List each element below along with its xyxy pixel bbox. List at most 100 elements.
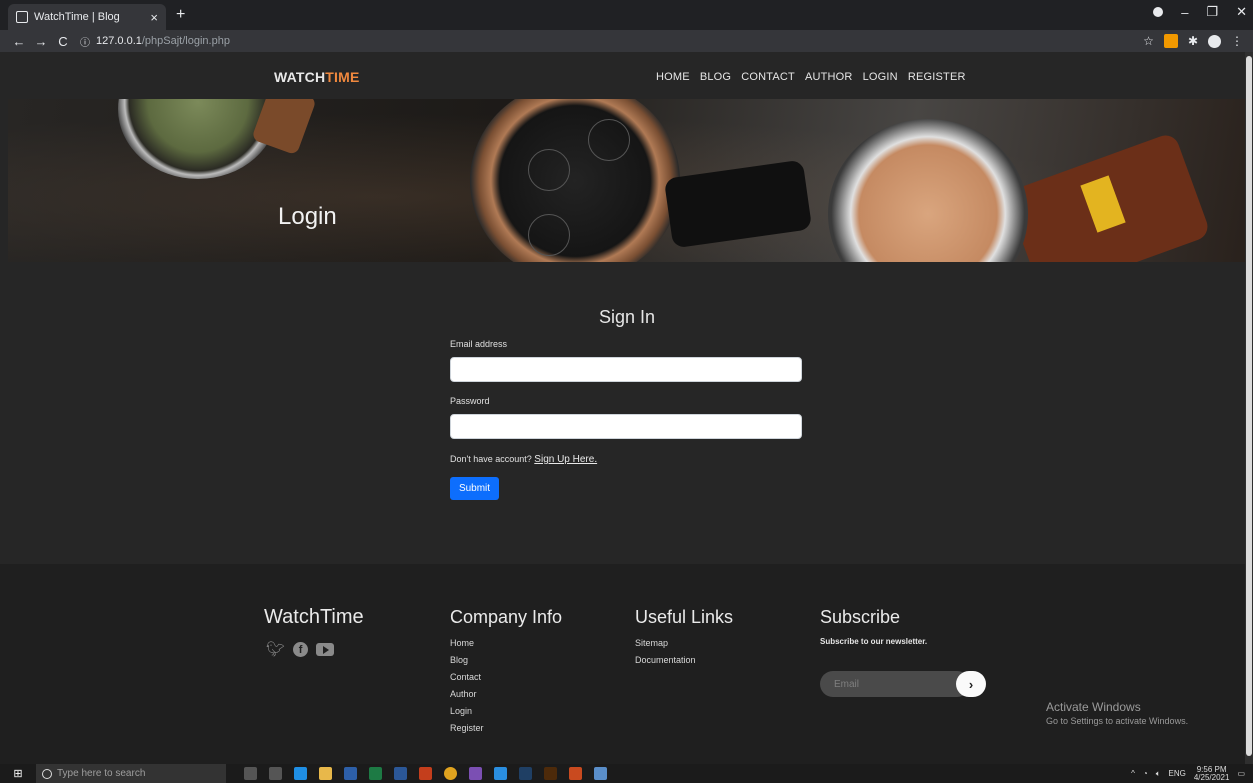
taskbar-search[interactable]: Type here to search [36, 764, 226, 783]
favicon-icon [16, 11, 28, 23]
forward-icon[interactable]: → [32, 34, 50, 49]
extensions: ☆ ✱ ⋮ [1143, 34, 1243, 48]
notification-icon[interactable]: ▭ [1237, 769, 1245, 778]
nav-register[interactable]: REGISTER [908, 71, 966, 83]
logo-accent: TIME [325, 69, 360, 85]
bookmark-star-icon[interactable]: ☆ [1143, 34, 1154, 48]
watch-subdial [588, 119, 630, 161]
subscribe-title: Subscribe [820, 607, 901, 627]
subscribe-button[interactable]: › [956, 671, 986, 697]
nav-author[interactable]: AUTHOR [805, 71, 853, 83]
footer-link-register[interactable]: Register [450, 723, 484, 734]
minimize-icon[interactable]: – [1181, 5, 1188, 20]
footer-link-home[interactable]: Home [450, 638, 484, 649]
site-info-icon[interactable]: ⓘ [80, 34, 90, 49]
footer-link-author[interactable]: Author [450, 689, 484, 700]
account-prompt: Don't have account? Sign Up Here. [450, 454, 597, 465]
browser-tab-bar: WatchTime | Blog × + – ❐ ✕ [0, 0, 1253, 30]
microphone-icon[interactable] [244, 767, 257, 780]
watermark-line-2: Go to Settings to activate Windows. [1046, 716, 1189, 726]
password-field[interactable] [450, 414, 802, 439]
footer-link-sitemap[interactable]: Sitemap [635, 638, 696, 649]
puzzle-extension-icon[interactable]: ✱ [1188, 34, 1198, 48]
email-label: Email address [450, 339, 508, 349]
windows-taskbar: ⊞ Type here to search ^ ◔ 🔈︎ ENG 9:56 PM… [0, 764, 1253, 783]
signup-link[interactable]: Sign Up Here. [534, 454, 597, 465]
password-label: Password [450, 396, 490, 406]
company-links: Home Blog Contact Author Login Register [450, 638, 484, 734]
windows-start-icon[interactable]: ⊞ [0, 767, 36, 780]
save-app-icon[interactable] [344, 767, 357, 780]
scrollbar-thumb[interactable] [1246, 56, 1252, 756]
photoshop-icon[interactable] [519, 767, 532, 780]
tray-chevron-icon[interactable]: ^ [1131, 769, 1135, 778]
main-menu: HOME BLOG CONTACT AUTHOR LOGIN REGISTER [656, 71, 966, 83]
file-explorer-icon[interactable] [319, 767, 332, 780]
restore-icon[interactable]: ❐ [1206, 4, 1218, 20]
signin-section: Sign In Email address Password Don't hav… [0, 262, 1245, 564]
vscode-icon[interactable] [494, 767, 507, 780]
logo-main: WATCH [274, 69, 326, 85]
tab-close-icon[interactable]: × [150, 10, 158, 25]
browser-nav: ← → C [10, 34, 72, 49]
site-logo[interactable]: WATCHTIME [274, 69, 360, 85]
page-scrollbar[interactable] [1245, 52, 1253, 764]
visual-studio-icon[interactable] [469, 767, 482, 780]
hero-banner: Login [8, 99, 1245, 262]
reload-icon[interactable]: C [54, 34, 72, 49]
company-info-title: Company Info [450, 607, 563, 627]
close-window-icon[interactable]: ✕ [1236, 4, 1247, 20]
facebook-icon[interactable]: f [293, 641, 309, 657]
footer-link-login[interactable]: Login [450, 706, 484, 717]
submit-button[interactable]: Submit [450, 477, 499, 500]
rss-extension-icon[interactable] [1163, 34, 1178, 48]
language-indicator[interactable]: ENG [1169, 769, 1186, 778]
site-footer: WatchTime 🐦︎ f Company Info Home Blog Co… [0, 564, 1245, 764]
watch-image-black [470, 99, 680, 262]
nav-blog[interactable]: BLOG [700, 71, 731, 83]
site-navbar: WATCHTIME HOME BLOG CONTACT AUTHOR LOGIN… [0, 52, 1245, 99]
paint-app-icon[interactable] [594, 767, 607, 780]
profile-avatar-icon[interactable] [1208, 34, 1221, 48]
edge-icon[interactable] [294, 767, 307, 780]
task-view-icon[interactable] [269, 767, 282, 780]
chrome-icon[interactable] [444, 767, 457, 780]
profile-icon[interactable] [1153, 7, 1164, 17]
twitter-icon[interactable]: 🐦︎ [266, 640, 285, 658]
address-bar: ← → C ⓘ 127.0.0.1 /phpSajt/login.php ☆ ✱… [0, 30, 1253, 52]
illustrator-icon[interactable] [544, 767, 557, 780]
page-viewport: WATCHTIME HOME BLOG CONTACT AUTHOR LOGIN… [0, 52, 1253, 764]
nav-home[interactable]: HOME [656, 71, 690, 83]
nav-contact[interactable]: CONTACT [741, 71, 795, 83]
url-input[interactable]: ⓘ 127.0.0.1 /phpSajt/login.php [80, 32, 1143, 50]
watch-subdial [528, 149, 570, 191]
office-app-icon[interactable] [569, 767, 582, 780]
footer-link-blog[interactable]: Blog [450, 655, 484, 666]
youtube-icon[interactable] [316, 642, 335, 656]
subscribe-email-input[interactable] [820, 671, 970, 697]
menu-kebab-icon[interactable]: ⋮ [1231, 34, 1243, 48]
powerpoint-icon[interactable] [419, 767, 432, 780]
page-title: Login [278, 203, 337, 230]
useful-links-title: Useful Links [635, 607, 734, 627]
volume-icon[interactable]: 🔈︎ [1156, 769, 1161, 779]
footer-link-documentation[interactable]: Documentation [635, 655, 696, 666]
subscribe-form: › [820, 671, 986, 697]
taskbar-apps [244, 767, 607, 780]
network-icon[interactable]: ◔ [1143, 769, 1148, 778]
footer-link-contact[interactable]: Contact [450, 672, 484, 683]
window-controls: – ❐ ✕ [1153, 4, 1247, 20]
nav-login[interactable]: LOGIN [863, 71, 898, 83]
word-icon[interactable] [394, 767, 407, 780]
back-icon[interactable]: ← [10, 34, 28, 49]
browser-tab[interactable]: WatchTime | Blog × [8, 4, 166, 30]
useful-links: Sitemap Documentation [635, 638, 696, 666]
activate-windows-watermark: Activate Windows Go to Settings to activ… [1046, 700, 1188, 726]
url-path: /phpSajt/login.php [141, 35, 230, 47]
clock[interactable]: 9:56 PM 4/25/2021 [1194, 765, 1230, 782]
email-field[interactable] [450, 357, 802, 382]
taskbar-search-placeholder: Type here to search [57, 768, 146, 779]
watch-subdial [528, 214, 570, 256]
new-tab-button[interactable]: + [176, 6, 185, 24]
excel-icon[interactable] [369, 767, 382, 780]
